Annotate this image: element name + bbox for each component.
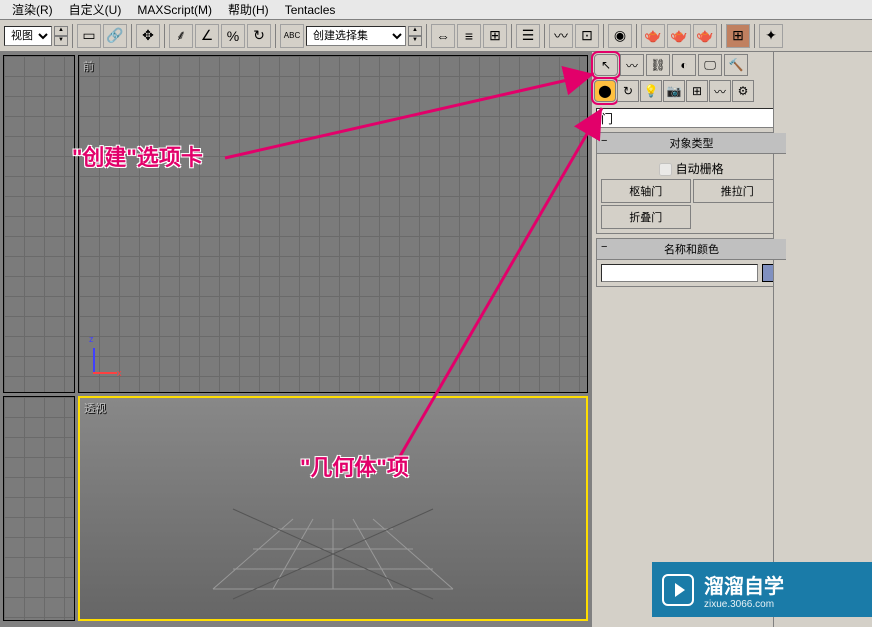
watermark-url: zixue.3066.com (704, 599, 784, 610)
separator (72, 24, 73, 48)
play-icon (662, 574, 694, 606)
named-sel-icon[interactable]: ABC (280, 24, 304, 48)
viewport-label-persp: 透视 (84, 400, 106, 416)
shapes-subtab-icon[interactable]: ↻ (617, 80, 639, 102)
helpers-subtab-icon[interactable]: ⊞ (686, 80, 708, 102)
sliding-door-button[interactable]: 推拉门 (693, 179, 783, 203)
viewport-front[interactable]: 前 z x (78, 55, 588, 393)
curve-editor-icon[interactable]: 〰 (549, 24, 573, 48)
watermark-brand: 溜溜自学 (704, 570, 784, 599)
separator (426, 24, 427, 48)
motion-tab-icon[interactable]: ◐ (672, 54, 696, 76)
viewport-perspective[interactable]: 透视 (78, 396, 588, 621)
perspective-grid (193, 489, 473, 609)
right-toolbar-strip (773, 52, 872, 627)
cameras-subtab-icon[interactable]: 📷 (663, 80, 685, 102)
command-tab-row: ↖ 〰 ⛓ ◐ 🖵 🔨 (592, 52, 791, 78)
angle-snap-icon[interactable]: ∠ (195, 24, 219, 48)
autogrid-checkbox (659, 163, 672, 176)
category-dropdown[interactable]: 门 ▾ (596, 108, 787, 128)
rollout-header-objtype[interactable]: 对象类型 (597, 133, 786, 154)
separator (636, 24, 637, 48)
display-tab-icon[interactable]: 🖵 (698, 54, 722, 76)
select-link-icon[interactable]: 🔗 (103, 24, 127, 48)
create-subtab-row: ⬤ ↻ 💡 📷 ⊞ 〰 ⚙ (592, 78, 791, 104)
command-panel: ↖ 〰 ⛓ ◐ 🖵 🔨 ⬤ ↻ 💡 📷 ⊞ 〰 ⚙ 门 (591, 52, 773, 627)
viewport-container: 前 z x 透视 (0, 52, 591, 627)
extra-tool2-icon[interactable]: ✦ (759, 24, 783, 48)
lights-subtab-icon[interactable]: 💡 (640, 80, 662, 102)
quick-align-icon[interactable]: ⊞ (483, 24, 507, 48)
align-icon[interactable]: ≡ (457, 24, 481, 48)
select-icon[interactable]: ▭ (77, 24, 101, 48)
mirror-icon[interactable]: ⇔ (431, 24, 455, 48)
separator (275, 24, 276, 48)
menu-bar: 渲染(R) 自定义(U) MAXScript(M) 帮助(H) Tentacle… (0, 0, 872, 20)
separator (511, 24, 512, 48)
rollout-name-color: 名称和颜色 (596, 238, 787, 287)
menu-tentacles[interactable]: Tentacles (277, 1, 344, 19)
create-tab-icon[interactable]: ↖ (594, 54, 618, 76)
bifold-door-button[interactable]: 折叠门 (601, 205, 691, 229)
systems-subtab-icon[interactable]: ⚙ (732, 80, 754, 102)
geometry-subtab-icon[interactable]: ⬤ (594, 80, 616, 102)
separator (603, 24, 604, 48)
spinner[interactable]: ▲▼ (54, 26, 68, 46)
main-area: 前 z x 透视 (0, 52, 872, 627)
spinner-snap-icon[interactable]: ↻ (247, 24, 271, 48)
autogrid-label: 自动栅格 (676, 162, 724, 176)
menu-help[interactable]: 帮助(H) (220, 0, 277, 20)
separator (754, 24, 755, 48)
quick-render-icon[interactable]: 🫖 (693, 24, 717, 48)
separator (131, 24, 132, 48)
spacewarps-subtab-icon[interactable]: 〰 (709, 80, 731, 102)
axis-gizmo: z x (89, 342, 129, 382)
snap-icon[interactable]: ⸙ (169, 24, 193, 48)
viewport-label-front: 前 (83, 58, 94, 74)
separator (721, 24, 722, 48)
material-icon[interactable]: ◉ (608, 24, 632, 48)
hierarchy-tab-icon[interactable]: ⛓ (646, 54, 670, 76)
rollout-header-namecolor[interactable]: 名称和颜色 (597, 239, 786, 260)
menu-maxscript[interactable]: MAXScript(M) (129, 1, 220, 19)
main-toolbar: 视图 ▲▼ ▭ 🔗 ✥ ⸙ ∠ % ↻ ABC 创建选择集 ▲▼ ⇔ ≡ ⊞ ☰… (0, 20, 872, 52)
separator (164, 24, 165, 48)
move-icon[interactable]: ✥ (136, 24, 160, 48)
rollout-object-type: 对象类型 自动栅格 枢轴门 推拉门 折叠门 (596, 132, 787, 234)
separator (544, 24, 545, 48)
modify-tab-icon[interactable]: 〰 (620, 54, 644, 76)
menu-custom[interactable]: 自定义(U) (61, 0, 130, 20)
reference-coord-dropdown[interactable]: 视图 (4, 26, 52, 46)
utilities-tab-icon[interactable]: 🔨 (724, 54, 748, 76)
watermark: 溜溜自学 zixue.3066.com (652, 562, 872, 617)
render-frame-icon[interactable]: 🫖 (667, 24, 691, 48)
selection-set-dropdown[interactable]: 创建选择集 (306, 26, 406, 46)
percent-snap-icon[interactable]: % (221, 24, 245, 48)
viewport-left-top[interactable] (3, 55, 75, 393)
extra-tool-icon[interactable]: ⊞ (726, 24, 750, 48)
render-setup-icon[interactable]: 🫖 (641, 24, 665, 48)
layer-icon[interactable]: ☰ (516, 24, 540, 48)
menu-render[interactable]: 渲染(R) (4, 0, 61, 20)
schematic-icon[interactable]: ⊡ (575, 24, 599, 48)
object-name-input[interactable] (601, 264, 758, 282)
pivot-door-button[interactable]: 枢轴门 (601, 179, 691, 203)
viewport-left-bottom[interactable] (3, 396, 75, 621)
spinner[interactable]: ▲▼ (408, 26, 422, 46)
